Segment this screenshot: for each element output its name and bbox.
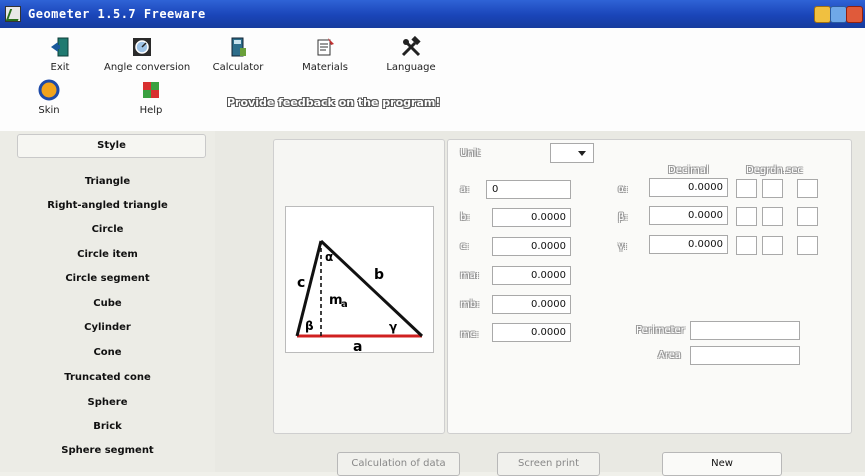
sidebar-item-sphere-segment[interactable]: Sphere segment (0, 445, 215, 456)
side-b-input[interactable]: 0.0000 (492, 208, 571, 227)
sidebar-item-truncated-cone[interactable]: Truncated cone (0, 372, 215, 383)
angle-gamma-deg-input[interactable] (736, 236, 757, 255)
skin-label: Skin (38, 105, 60, 116)
exit-door-icon (49, 36, 71, 58)
app-icon (5, 6, 21, 22)
area-label: Area (658, 350, 682, 361)
side-c-label: c (297, 275, 305, 291)
help-label: Help (139, 105, 163, 116)
sidebar-item-circle[interactable]: Circle (0, 224, 215, 235)
sidebar-item-circle-item[interactable]: Circle item (0, 249, 215, 260)
angle-alpha-min-input[interactable] (762, 179, 783, 198)
skin-button[interactable]: Skin (33, 79, 65, 116)
sidebar-item-brick[interactable]: Brick (0, 421, 215, 432)
calculator-button[interactable]: Calculator (212, 36, 264, 73)
median-ma-input[interactable]: 0.0000 (492, 266, 571, 285)
angle-alpha-field-label: α: (618, 184, 628, 195)
side-c-input[interactable]: 0.0000 (492, 237, 571, 256)
help-button[interactable]: Help (135, 79, 167, 116)
side-a-input[interactable]: 0 (486, 180, 571, 199)
degrees-header: Degrdn.sec (746, 165, 803, 176)
new-button[interactable]: New (662, 452, 782, 476)
chevron-down-icon (578, 151, 586, 156)
tools-icon (400, 35, 422, 58)
sidebar-item-circle-segment[interactable]: Circle segment (0, 273, 215, 284)
angle-alpha-label: α (325, 250, 333, 264)
side-b-label: b (374, 267, 384, 283)
sidebar-item-sphere[interactable]: Sphere (0, 397, 215, 408)
calculator-label: Calculator (212, 62, 264, 73)
median-mb-input[interactable]: 0.0000 (492, 295, 571, 314)
skin-orb-icon (38, 79, 60, 101)
style-header[interactable]: Style (17, 134, 206, 158)
angle-conversion-button[interactable]: Angle conversion (104, 36, 191, 73)
perimeter-label: Perimeter (636, 325, 685, 336)
window-title: Geometer 1.5.7 Freeware (28, 7, 206, 21)
materials-button[interactable]: Materials (300, 36, 350, 73)
median-mc-field-label: mc: (460, 329, 479, 340)
materials-icon (314, 36, 336, 58)
angle-alpha-decimal-input[interactable]: 0.0000 (649, 178, 728, 197)
sidebar-item-cylinder[interactable]: Cylinder (0, 322, 215, 333)
side-a-field-label: a: (460, 184, 470, 195)
calculation-button[interactable]: Calculation of data (337, 452, 460, 476)
angle-conversion-label: Angle conversion (104, 62, 191, 73)
angle-beta-decimal-input[interactable]: 0.0000 (649, 206, 728, 225)
side-a-label: a (353, 339, 362, 352)
side-b-field-label: b: (460, 212, 470, 223)
sidebar-item-cube[interactable]: Cube (0, 298, 215, 309)
angle-alpha-sec-input[interactable] (797, 179, 818, 198)
language-label: Language (386, 62, 436, 73)
perimeter-output[interactable] (690, 321, 800, 340)
unit-label: Unit (460, 148, 481, 159)
median-mc-input[interactable]: 0.0000 (492, 323, 571, 342)
median-ma-field-label: ma: (460, 270, 480, 281)
angle-beta-field-label: β: (618, 212, 628, 223)
angle-beta-min-input[interactable] (762, 207, 783, 226)
angle-gamma-min-input[interactable] (762, 236, 783, 255)
screen-print-button[interactable]: Screen print (497, 452, 600, 476)
angle-gamma-decimal-input[interactable]: 0.0000 (649, 235, 728, 254)
angle-alpha-deg-input[interactable] (736, 179, 757, 198)
angle-beta-label: β (305, 319, 314, 333)
sidebar-item-right-angled-triangle[interactable]: Right-angled triangle (0, 200, 215, 211)
feedback-link[interactable]: Provide feedback on the program! (227, 96, 440, 109)
unit-select[interactable] (550, 143, 594, 163)
close-icon[interactable] (846, 6, 863, 23)
angle-beta-deg-input[interactable] (736, 207, 757, 226)
maximize-icon[interactable] (830, 6, 847, 23)
triangle-diagram: c b a α β γ m a (285, 206, 434, 355)
area-output[interactable] (690, 346, 800, 365)
median-mb-field-label: mb: (460, 299, 480, 310)
minimize-icon[interactable] (814, 6, 831, 23)
exit-label: Exit (50, 62, 70, 73)
angle-beta-sec-input[interactable] (797, 207, 818, 226)
median-ma-subscript: a (341, 299, 348, 310)
angle-gamma-field-label: γ: (618, 241, 628, 252)
angle-gamma-label: γ (389, 320, 397, 334)
sidebar-item-triangle[interactable]: Triangle (0, 176, 215, 187)
triangle-drawing: c b a α β γ m a (295, 239, 424, 355)
sidebar-item-cone[interactable]: Cone (0, 347, 215, 358)
language-button[interactable]: Language (386, 35, 436, 73)
exit-button[interactable]: Exit (44, 36, 76, 73)
angle-gamma-sec-input[interactable] (797, 236, 818, 255)
calculator-icon (227, 36, 249, 58)
protractor-icon (131, 36, 153, 58)
decimal-header: Decimal (668, 165, 709, 176)
help-puzzle-icon (140, 79, 162, 101)
side-c-field-label: c: (460, 241, 469, 252)
materials-label: Materials (302, 62, 348, 73)
